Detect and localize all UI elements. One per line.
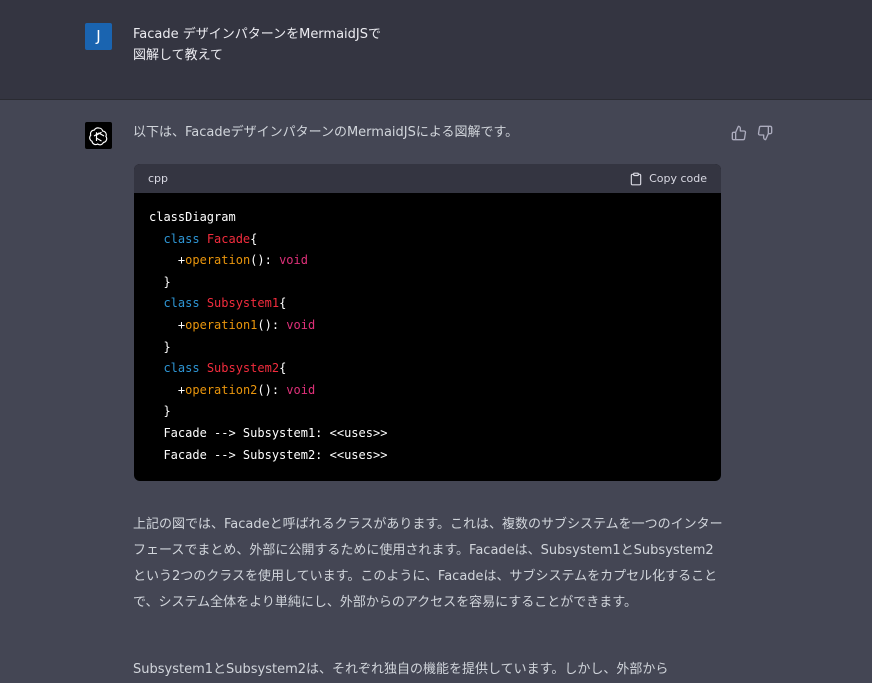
user-message-text: Facade デザインパターンをMermaidJSで 図解して教えて	[133, 27, 382, 63]
code-line: Facade --> Subsystem2: <<uses>>	[163, 447, 388, 462]
openai-logo-icon	[88, 126, 107, 145]
user-avatar: J	[85, 23, 112, 50]
assistant-intro-text: 以下は、FacadeデザインパターンのMermaidJSによる図解です。	[133, 125, 519, 140]
assistant-avatar	[85, 122, 112, 149]
thumbs-down-icon[interactable]	[757, 125, 773, 141]
code-line: }	[163, 274, 171, 289]
code-block: cpp Copy code classDiagram class Facade{…	[134, 164, 721, 481]
code-language-label: cpp	[148, 172, 169, 185]
code-line: class Subsystem1{	[163, 296, 287, 311]
feedback-buttons	[731, 125, 775, 141]
code-line: +operation(): void	[177, 253, 308, 268]
code-line: Facade --> Subsystem1: <<uses>>	[163, 425, 388, 440]
code-line: classDiagram	[149, 210, 236, 224]
code-line: }	[163, 404, 171, 419]
code-line: class Facade{	[163, 231, 258, 246]
copy-code-button[interactable]: Copy code	[629, 172, 707, 186]
thumbs-up-icon[interactable]	[731, 125, 747, 141]
code-line: +operation2(): void	[177, 382, 316, 397]
code-body: classDiagram class Facade{ +operation():…	[134, 193, 721, 466]
explanation-paragraph-1: 上記の図では、Facadeと呼ばれるクラスがあります。これは、複数のサブシステム…	[133, 517, 723, 610]
clipboard-icon	[630, 172, 642, 185]
code-line: class Subsystem2{	[163, 361, 287, 376]
code-header: cpp Copy code	[134, 164, 721, 193]
explanation-paragraph-2: Subsystem1とSubsystem2は、それぞれ独自の機能を提供しています…	[133, 662, 669, 677]
code-line: +operation1(): void	[177, 317, 316, 332]
code-line: }	[163, 339, 171, 354]
copy-code-label: Copy code	[649, 172, 707, 185]
assistant-message-block: 以下は、FacadeデザインパターンのMermaidJSによる図解です。 cpp…	[0, 100, 872, 680]
user-message-block: J Facade デザインパターンをMermaidJSで 図解して教えて	[0, 0, 872, 100]
